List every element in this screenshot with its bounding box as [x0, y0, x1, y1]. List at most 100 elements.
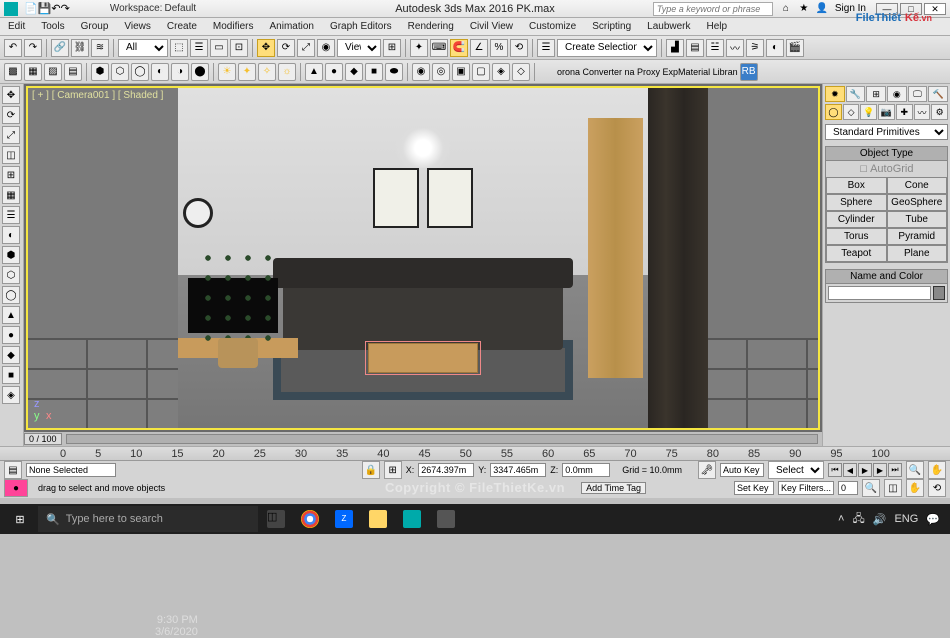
qat-icon[interactable]: ↷ — [61, 2, 70, 15]
lt-icon[interactable]: ◐ — [2, 226, 20, 244]
name-color-header[interactable]: Name and Color — [826, 270, 947, 284]
nav-pan-icon[interactable]: ✋ — [906, 479, 924, 497]
z-coord-field[interactable]: 0.0mm — [562, 463, 610, 477]
tb2-icon[interactable]: ▣ — [452, 63, 470, 81]
tb2-icon[interactable]: ⬡ — [111, 63, 129, 81]
layers-button[interactable]: ☱ — [706, 39, 724, 57]
window-crossing-button[interactable]: ⊡ — [230, 39, 248, 57]
tb2-icon[interactable]: ◯ — [131, 63, 149, 81]
app-icon[interactable] — [430, 506, 462, 532]
curve-editor-button[interactable]: 〰 — [726, 39, 744, 57]
zalo-icon[interactable]: Z — [328, 506, 360, 532]
menu-rendering[interactable]: Rendering — [408, 21, 454, 32]
folder-icon[interactable] — [362, 506, 394, 532]
angle-snap-button[interactable]: ∠ — [470, 39, 488, 57]
lt-icon[interactable]: ● — [2, 326, 20, 344]
task-view-icon[interactable]: ◫ — [260, 506, 292, 532]
display-tab[interactable]: 🖵 — [908, 86, 928, 102]
select-region-button[interactable]: ▭ — [210, 39, 228, 57]
menu-customize[interactable]: Customize — [529, 21, 576, 32]
systems-subtab[interactable]: ⚙ — [931, 104, 948, 120]
signin-icon[interactable]: 👤 — [815, 2, 829, 16]
render-setup-button[interactable]: 🎬 — [786, 39, 804, 57]
manipulate-button[interactable]: ✦ — [410, 39, 428, 57]
object-color-swatch[interactable] — [933, 286, 945, 300]
menu-modifiers[interactable]: Modifiers — [213, 21, 254, 32]
corona-tools-label[interactable]: orona Converter na Proxy ExpMaterial Lib… — [557, 67, 738, 77]
menu-graph-editors[interactable]: Graph Editors — [330, 21, 392, 32]
cone-button[interactable]: Cone — [887, 177, 948, 194]
nav-fov-icon[interactable]: ◫ — [884, 479, 902, 497]
frame-indicator[interactable]: 0 / 100 — [24, 433, 62, 445]
menu-scripting[interactable]: Scripting — [592, 21, 631, 32]
qat-icon[interactable]: ↶ — [51, 2, 60, 15]
utilities-tab[interactable]: 🔨 — [928, 86, 948, 102]
geometry-subtab[interactable]: ◯ — [825, 104, 842, 120]
lt-icon[interactable]: ■ — [2, 366, 20, 384]
lt-icon[interactable]: ⤢ — [2, 126, 20, 144]
ref-coord-dropdown[interactable]: View — [337, 39, 381, 57]
modify-tab[interactable]: 🔧 — [846, 86, 866, 102]
tb2-icon[interactable]: ■ — [365, 63, 383, 81]
named-sets-button[interactable]: ☰ — [537, 39, 555, 57]
setkey-button[interactable]: Set Key — [734, 481, 774, 495]
cameras-subtab[interactable]: 📷 — [878, 104, 895, 120]
schematic-button[interactable]: ⚞ — [746, 39, 764, 57]
infocenter-icon[interactable]: ⌂ — [779, 2, 793, 16]
redo-button[interactable]: ↷ — [24, 39, 42, 57]
lt-icon[interactable]: ☰ — [2, 206, 20, 224]
lt-icon[interactable]: ◈ — [2, 386, 20, 404]
menu-animation[interactable]: Animation — [269, 21, 313, 32]
time-track[interactable] — [66, 434, 818, 444]
taskbar-search[interactable]: 🔍 Type here to search — [38, 506, 258, 532]
selection-filter-dropdown[interactable]: All — [118, 39, 168, 57]
select-name-button[interactable]: ☰ — [190, 39, 208, 57]
trackbar-icon[interactable]: ▤ — [4, 461, 22, 479]
select-move-button[interactable]: ✥ — [257, 39, 275, 57]
lt-icon[interactable]: ◯ — [2, 286, 20, 304]
undo-button[interactable]: ↶ — [4, 39, 22, 57]
tb2-icon[interactable]: ▲ — [305, 63, 323, 81]
nav-orbit-icon[interactable]: ⟲ — [928, 479, 946, 497]
object-name-input[interactable] — [828, 286, 931, 300]
tb2-icon[interactable]: ⬤ — [191, 63, 209, 81]
align-button[interactable]: ▤ — [686, 39, 704, 57]
shapes-subtab[interactable]: ◇ — [843, 104, 860, 120]
x-coord-field[interactable]: 2674.397m — [418, 463, 474, 477]
cylinder-button[interactable]: Cylinder — [826, 211, 887, 228]
favorites-icon[interactable]: ★ — [797, 2, 811, 16]
key-icon[interactable]: 🗝 — [698, 461, 716, 479]
mirror-button[interactable]: ▟ — [666, 39, 684, 57]
teapot-button[interactable]: Teapot — [826, 245, 887, 262]
tb2-icon[interactable]: ● — [325, 63, 343, 81]
spacewarps-subtab[interactable]: 〰 — [914, 104, 931, 120]
tb2-icon[interactable]: ▦ — [24, 63, 42, 81]
link-button[interactable]: 🔗 — [51, 39, 69, 57]
3dsmax-icon[interactable] — [396, 506, 428, 532]
light-icon[interactable]: ☀ — [218, 63, 236, 81]
select-place-button[interactable]: ◉ — [317, 39, 335, 57]
rb-button[interactable]: RB — [740, 63, 758, 81]
lt-icon[interactable]: ▦ — [2, 186, 20, 204]
camera-viewport[interactable]: [ + ] [ Camera001 ] [ Shaded ] z y x — [26, 86, 820, 430]
timeline-ruler[interactable]: 0510152025303540455055606570758085909510… — [0, 447, 950, 461]
keyboard-shortcut-button[interactable]: ⌨ — [430, 39, 448, 57]
add-time-tag[interactable]: Add Time Tag — [581, 482, 646, 494]
plane-button[interactable]: Plane — [887, 245, 948, 262]
menu-help[interactable]: Help — [707, 21, 728, 32]
tube-button[interactable]: Tube — [887, 211, 948, 228]
lt-icon[interactable]: ⬡ — [2, 266, 20, 284]
select-button[interactable]: ⬚ — [170, 39, 188, 57]
lt-icon[interactable]: ✥ — [2, 86, 20, 104]
qat-icon[interactable]: 📄 — [24, 2, 38, 15]
tb2-icon[interactable]: ▨ — [44, 63, 62, 81]
motion-tab[interactable]: ◉ — [887, 86, 907, 102]
snap-toggle-button[interactable]: 🧲 — [450, 39, 468, 57]
goto-start-button[interactable]: ⏮ — [828, 463, 842, 477]
tb2-icon[interactable]: ◉ — [412, 63, 430, 81]
tb2-icon[interactable]: ◑ — [171, 63, 189, 81]
material-editor-button[interactable]: ◐ — [766, 39, 784, 57]
unlink-button[interactable]: ⛓ — [71, 39, 89, 57]
menu-edit[interactable]: Edit — [8, 21, 25, 32]
current-frame-field[interactable]: 0 — [838, 481, 858, 495]
